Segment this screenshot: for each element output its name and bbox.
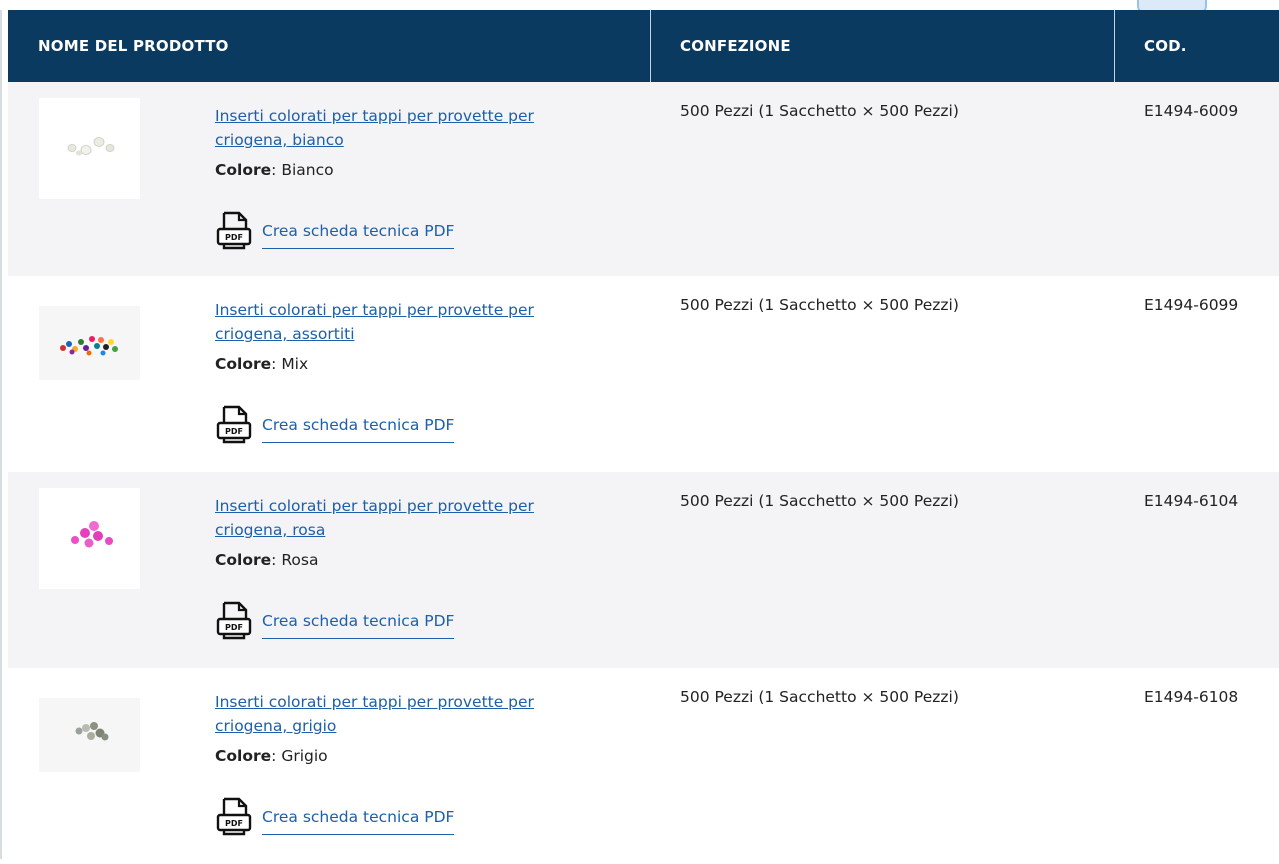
product-name-link[interactable]: Inserti colorati per tappi per provette … [215, 690, 615, 738]
color-label: Colore [215, 161, 272, 179]
package-cell: 500 Pezzi (1 Sacchetto × 500 Pezzi) [680, 688, 959, 706]
table-header: NOME DEL PRODOTTO CONFEZIONE COD. [8, 10, 1279, 82]
header-product-name[interactable]: NOME DEL PRODOTTO [38, 10, 229, 82]
product-name-line1: Inserti colorati per tappi per provette … [215, 301, 534, 319]
color-label: Colore [215, 747, 272, 765]
product-name-link[interactable]: Inserti colorati per tappi per provette … [215, 494, 615, 542]
product-image-pink[interactable] [39, 488, 140, 589]
header-divider [1114, 10, 1115, 82]
pdf-file-icon: PDF [216, 211, 252, 250]
product-color: Colore: Mix [215, 355, 309, 373]
code-cell: E1494-6104 [1144, 492, 1239, 510]
color-value: Grigio [281, 747, 328, 765]
svg-text:PDF: PDF [225, 819, 243, 828]
svg-text:PDF: PDF [225, 233, 243, 242]
product-color: Colore: Bianco [215, 161, 334, 179]
color-value: Mix [281, 355, 309, 373]
package-cell: 500 Pezzi (1 Sacchetto × 500 Pezzi) [680, 492, 959, 510]
table-row: Inserti colorati per tappi per provette … [8, 668, 1279, 864]
table-row: Inserti colorati per tappi per provette … [8, 82, 1279, 276]
pdf-file-icon: PDF [216, 797, 252, 836]
product-name-link[interactable]: Inserti colorati per tappi per provette … [215, 298, 615, 346]
top-strip [0, 0, 1279, 10]
table-row: Inserti colorati per tappi per provette … [8, 472, 1279, 668]
product-name-link[interactable]: Inserti colorati per tappi per provette … [215, 104, 615, 152]
code-cell: E1494-6099 [1144, 296, 1239, 314]
pdf-datasheet-link[interactable]: Crea scheda tecnica PDF [262, 222, 455, 249]
product-image-white[interactable] [39, 98, 140, 199]
product-name-line2: criogena, bianco [215, 131, 344, 149]
package-cell: 500 Pezzi (1 Sacchetto × 500 Pezzi) [680, 296, 959, 314]
header-divider [650, 10, 651, 82]
product-image-assorted[interactable] [39, 306, 140, 380]
pdf-file-icon: PDF [216, 601, 252, 640]
page-left-rule [0, 10, 2, 859]
pdf-datasheet-link[interactable]: Crea scheda tecnica PDF [262, 416, 455, 443]
svg-text:PDF: PDF [225, 623, 243, 632]
color-value: Rosa [281, 551, 319, 569]
header-code[interactable]: COD. [1144, 10, 1187, 82]
pdf-file-icon: PDF [216, 405, 252, 444]
product-table: NOME DEL PRODOTTO CONFEZIONE COD. Insert… [8, 10, 1279, 864]
product-name-line2: criogena, rosa [215, 521, 326, 539]
product-name-line1: Inserti colorati per tappi per provette … [215, 107, 534, 125]
product-name-line1: Inserti colorati per tappi per provette … [215, 693, 534, 711]
svg-text:PDF: PDF [225, 427, 243, 436]
pdf-datasheet-link[interactable]: Crea scheda tecnica PDF [262, 808, 455, 835]
color-label: Colore [215, 355, 272, 373]
product-image-grey[interactable] [39, 698, 140, 772]
table-row: Inserti colorati per tappi per provette … [8, 276, 1279, 472]
color-value: Bianco [281, 161, 334, 179]
header-package[interactable]: CONFEZIONE [680, 10, 791, 82]
pdf-datasheet-link[interactable]: Crea scheda tecnica PDF [262, 612, 455, 639]
code-cell: E1494-6108 [1144, 688, 1239, 706]
code-cell: E1494-6009 [1144, 102, 1239, 120]
product-name-line2: criogena, assortiti [215, 325, 355, 343]
product-color: Colore: Grigio [215, 747, 328, 765]
product-name-line1: Inserti colorati per tappi per provette … [215, 497, 534, 515]
color-label: Colore [215, 551, 272, 569]
product-color: Colore: Rosa [215, 551, 319, 569]
product-name-line2: criogena, grigio [215, 717, 337, 735]
package-cell: 500 Pezzi (1 Sacchetto × 500 Pezzi) [680, 102, 959, 120]
